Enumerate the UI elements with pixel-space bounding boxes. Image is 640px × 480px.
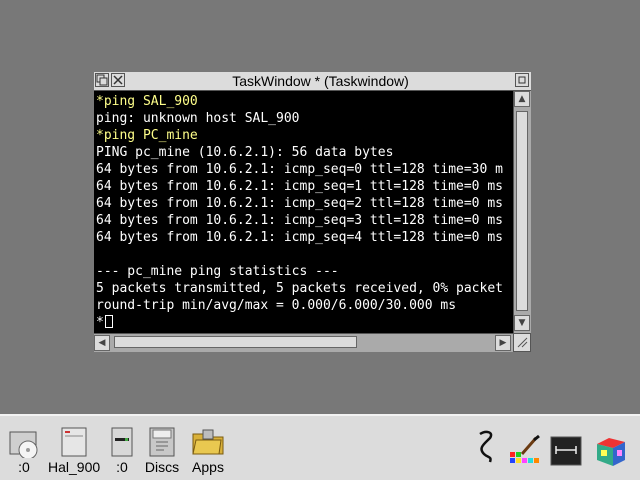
back-icon-shape: [96, 74, 108, 86]
task-window[interactable]: TaskWindow * (Taskwindow) *ping SAL_900p…: [94, 72, 531, 352]
output-line: --- pc_mine ping statistics ---: [96, 264, 339, 279]
back-icon[interactable]: [95, 73, 109, 87]
paint-app-icon: [510, 434, 540, 463]
vertical-scroll-thumb[interactable]: [516, 111, 528, 311]
toggle-size-icon[interactable]: [515, 73, 529, 87]
iconbar-network-drive[interactable]: Hal_900: [48, 416, 100, 480]
scroll-left-icon[interactable]: ◀: [94, 335, 110, 351]
iconbar-cd-drive-label: :0: [18, 459, 30, 475]
prompt-symbol: *: [96, 315, 104, 330]
output-line: ping: unknown host SAL_900: [96, 111, 300, 126]
scroll-up-icon[interactable]: ▲: [514, 91, 530, 107]
toggle-size-icon-shape: [518, 76, 526, 84]
output-line: 5 packets transmitted, 5 packets receive…: [96, 281, 503, 296]
task-manager-icon: [479, 430, 493, 463]
draw-app-icon: [550, 436, 582, 466]
iconbar-apps-label: Apps: [192, 459, 224, 475]
resize-icon[interactable]: [513, 333, 531, 352]
close-icon-shape: [113, 75, 123, 85]
window-title: TaskWindow * (Taskwindow): [232, 73, 409, 89]
scroll-down-icon[interactable]: ▼: [514, 315, 530, 331]
icon-bar: :0 Hal_900 :0 Discs Apps: [0, 414, 640, 480]
prompt-line[interactable]: *: [96, 314, 113, 331]
iconbar-display-manager[interactable]: [592, 416, 630, 480]
command-line: *ping SAL_900: [96, 94, 198, 109]
output-line: 64 bytes from 10.6.2.1: icmp_seq=0 ttl=1…: [96, 162, 503, 177]
iconbar-network-drive-label: Hal_900: [48, 459, 101, 475]
output-line: 64 bytes from 10.6.2.1: icmp_seq=2 ttl=1…: [96, 196, 503, 211]
output-line: 64 bytes from 10.6.2.1: icmp_seq=3 ttl=1…: [96, 213, 503, 228]
display-manager-icon: [597, 438, 625, 466]
horizontal-scrollbar[interactable]: ◀ ▶: [94, 333, 513, 352]
discs-icon: [149, 427, 175, 457]
command-line: *ping PC_mine: [96, 128, 198, 143]
output-line: 64 bytes from 10.6.2.1: icmp_seq=4 ttl=1…: [96, 230, 503, 245]
network-drive-icon: [61, 427, 87, 457]
output-line: round-trip min/avg/max = 0.000/6.000/30.…: [96, 298, 457, 313]
iconbar-floppy-drive[interactable]: :0: [108, 416, 136, 480]
iconbar-cd-drive[interactable]: :0: [4, 416, 44, 480]
output-line: 64 bytes from 10.6.2.1: icmp_seq=1 ttl=1…: [96, 179, 503, 194]
iconbar-apps[interactable]: Apps: [190, 416, 226, 480]
cd-drive-icon: [9, 431, 38, 458]
text-cursor: [104, 315, 113, 328]
title-bar[interactable]: TaskWindow * (Taskwindow): [94, 72, 531, 91]
apps-folder-icon: [192, 429, 224, 455]
iconbar-discs[interactable]: Discs: [144, 416, 180, 480]
floppy-drive-icon: [111, 427, 133, 457]
vertical-scrollbar[interactable]: ▲ ▼: [513, 91, 531, 333]
scroll-right-icon[interactable]: ▶: [495, 335, 511, 351]
close-icon[interactable]: [111, 73, 125, 87]
iconbar-paint[interactable]: [506, 416, 542, 480]
iconbar-task-manager[interactable]: [474, 416, 500, 480]
terminal-output[interactable]: *ping SAL_900 ping: unknown host SAL_900 *…: [94, 91, 513, 333]
resize-icon-shape: [517, 337, 528, 348]
output-line: PING pc_mine (10.6.2.1): 56 data bytes: [96, 145, 394, 160]
horizontal-scroll-thumb[interactable]: [114, 336, 357, 348]
iconbar-draw[interactable]: [548, 416, 584, 480]
